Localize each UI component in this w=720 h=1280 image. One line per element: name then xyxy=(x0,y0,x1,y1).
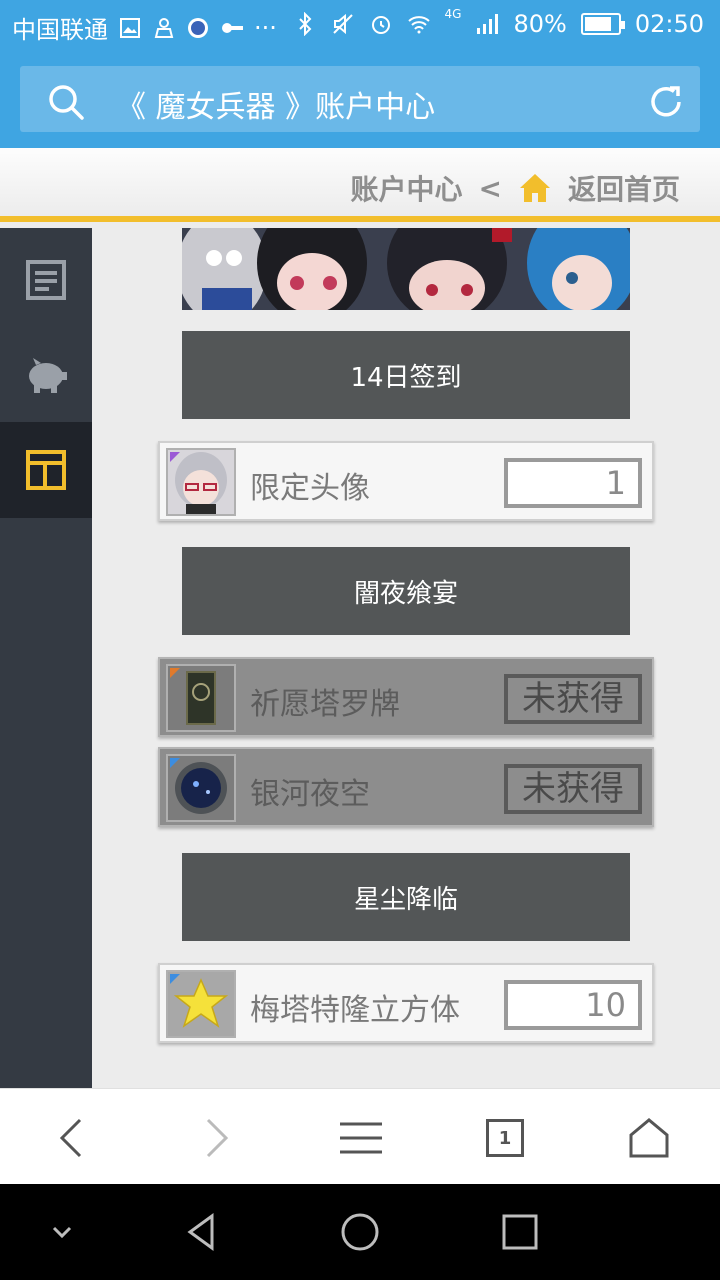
item-status: 未获得 xyxy=(504,764,642,814)
battery-icon xyxy=(580,13,625,35)
reward-item: 梅塔特隆立方体 10 xyxy=(158,963,654,1043)
sidebar xyxy=(0,228,92,1088)
status-bar: 中国联通 ··· 4G 80% 02:50 xyxy=(0,0,720,52)
reward-item: 祈愿塔罗牌 未获得 xyxy=(158,657,654,737)
signal-icon xyxy=(477,14,499,34)
item-quantity: 1 xyxy=(504,458,642,508)
refresh-icon[interactable] xyxy=(646,82,686,122)
avatar-portrait-icon xyxy=(166,448,236,516)
reward-item: 限定头像 1 xyxy=(158,441,654,521)
battery-fill xyxy=(584,17,611,31)
home-circle-icon[interactable] xyxy=(338,1210,382,1254)
star-cube-icon xyxy=(166,970,236,1038)
collapse-icon[interactable] xyxy=(40,1210,84,1254)
battery-percent: 80% xyxy=(513,10,567,38)
browser-header: 中国联通 ··· 4G 80% 02:50 《 魔女兵器 》账户中心 xyxy=(0,0,720,148)
back-to-home-link[interactable]: 返回首页 xyxy=(568,168,680,208)
item-name: 祈愿塔罗牌 xyxy=(250,687,400,722)
carrier-label: 中国联通 xyxy=(12,16,108,44)
character-banner-image xyxy=(182,228,630,310)
piggy-bank-icon xyxy=(29,358,67,393)
browser-toolbar: 1 xyxy=(0,1088,720,1184)
tabs-button[interactable]: 1 xyxy=(480,1113,530,1163)
item-name: 梅塔特隆立方体 xyxy=(250,993,460,1028)
clock: 02:50 xyxy=(634,10,704,38)
recents-square-icon[interactable] xyxy=(498,1210,542,1254)
item-name: 银河夜空 xyxy=(250,777,370,812)
document-icon xyxy=(26,260,66,300)
sidebar-item-documents[interactable] xyxy=(0,232,92,328)
forward-icon xyxy=(206,1118,229,1158)
forward-button[interactable] xyxy=(192,1113,242,1163)
app-notification-icon xyxy=(188,17,208,38)
reward-item: 银河夜空 未获得 xyxy=(158,747,654,827)
search-icon[interactable] xyxy=(46,82,86,122)
tarot-card-icon xyxy=(166,664,236,732)
sidebar-item-layout[interactable] xyxy=(0,422,92,518)
layout-icon xyxy=(26,450,66,490)
user-notification-icon xyxy=(154,17,174,38)
address-bar[interactable]: 《 魔女兵器 》账户中心 xyxy=(20,66,700,132)
home-icon[interactable] xyxy=(518,171,552,205)
home-icon xyxy=(629,1118,669,1158)
home-button[interactable] xyxy=(624,1113,674,1163)
menu-button[interactable] xyxy=(336,1113,386,1163)
back-icon xyxy=(59,1118,82,1158)
tab-count: 1 xyxy=(498,1127,512,1149)
tabs-icon: 1 xyxy=(486,1119,524,1157)
mute-icon xyxy=(332,13,353,35)
section-header: 闇夜飨宴 xyxy=(182,547,630,635)
menu-icon xyxy=(340,1122,382,1154)
section-header: 14日签到 xyxy=(182,331,630,419)
system-navigation-bar xyxy=(0,1184,720,1280)
breadcrumb-current: 账户中心 xyxy=(350,173,463,206)
sidebar-item-savings[interactable] xyxy=(0,328,92,424)
item-status: 未获得 xyxy=(504,674,642,724)
back-button[interactable] xyxy=(46,1113,96,1163)
wifi-icon xyxy=(407,16,430,34)
item-quantity: 10 xyxy=(504,980,642,1030)
alarm-icon xyxy=(371,16,390,34)
breadcrumb: 账户中心 < 返回首页 xyxy=(0,148,720,222)
back-triangle-icon[interactable] xyxy=(180,1210,224,1254)
page-title: 《 魔女兵器 》账户中心 xyxy=(116,90,436,125)
network-type-label: 4G xyxy=(444,7,462,21)
key-icon xyxy=(222,22,243,33)
image-notification-icon xyxy=(120,17,140,38)
bluetooth-icon xyxy=(298,12,311,36)
section-header: 星尘降临 xyxy=(182,853,630,941)
galaxy-orb-icon xyxy=(166,754,236,822)
breadcrumb-separator: < xyxy=(478,171,502,205)
more-notifications-icon: ··· xyxy=(254,13,277,42)
item-name: 限定头像 xyxy=(250,471,370,506)
